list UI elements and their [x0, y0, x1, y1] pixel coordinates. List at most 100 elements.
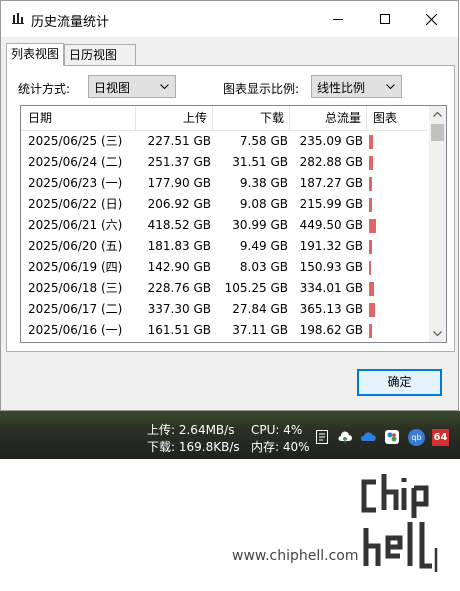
maximize-icon — [380, 14, 390, 24]
download-cell: 31.51 GB — [232, 155, 288, 169]
minimize-icon — [333, 19, 343, 20]
download-cell: 105.25 GB — [224, 281, 288, 295]
upload-cell: 181.83 GB — [147, 239, 211, 253]
table-row[interactable]: 2025/06/18 (三) 228.76 GB 105.25 GB 334.01 G… — [21, 278, 427, 299]
ok-button[interactable]: 确定 — [357, 369, 442, 396]
table-row[interactable]: 2025/06/23 (一) 177.90 GB 9.38 GB 187.27 GB — [21, 173, 427, 194]
chart-scale-value: 线性比例 — [317, 81, 366, 95]
table-row[interactable]: 2025/06/20 (五) 181.83 GB 9.49 GB 191.32 GB — [21, 236, 427, 257]
total-bar — [369, 135, 373, 149]
total-bar — [369, 198, 372, 212]
total-bar — [369, 240, 372, 254]
download-cell: 9.08 GB — [239, 197, 288, 211]
tab-list-view[interactable]: 列表视图 — [6, 43, 64, 66]
upload-cell: 337.30 GB — [147, 302, 211, 316]
qbittorrent-icon[interactable]: qb — [408, 429, 425, 446]
header-download[interactable]: 下载 — [213, 106, 290, 130]
bar-chart-icon — [12, 13, 24, 24]
date-cell: 2025/06/21 (六) — [28, 218, 123, 232]
badge-64-icon[interactable]: 64 — [432, 429, 449, 446]
header-chart[interactable]: 图表 — [367, 106, 427, 130]
total-bar — [369, 282, 374, 296]
download-cell: 37.11 GB — [232, 323, 288, 337]
scroll-up-icon[interactable] — [429, 106, 446, 123]
date-cell: 2025/06/19 (四) — [28, 260, 123, 274]
traffic-table[interactable]: 日期 上传 下载 总流量 图表 2025/06/25 (三) 227.51 GB 7… — [20, 105, 447, 343]
upload-cell: 142.90 GB — [147, 260, 211, 274]
date-cell: 2025/06/24 (二) — [28, 155, 123, 169]
window-title: 历史流量统计 — [31, 15, 110, 30]
header-upload[interactable]: 上传 — [136, 106, 213, 130]
upload-cell: 161.51 GB — [147, 323, 211, 337]
maximize-button[interactable] — [362, 1, 408, 37]
date-cell: 2025/06/16 (一) — [28, 323, 123, 337]
chevron-down-icon — [386, 84, 395, 90]
cloud-icon[interactable] — [360, 429, 376, 445]
system-usage: CPU: 4% 内存: 40% — [251, 422, 310, 456]
date-cell: 2025/06/17 (二) — [28, 302, 123, 316]
title-bar[interactable]: 历史流量统计 — [1, 1, 458, 37]
upload-cell: 228.76 GB — [147, 281, 211, 295]
table-row[interactable]: 2025/06/21 (六) 418.52 GB 30.99 GB 449.50 GB — [21, 215, 427, 236]
upload-cell: 177.90 GB — [147, 176, 211, 190]
table-row[interactable]: 2025/06/24 (二) 251.37 GB 31.51 GB 282.88 GB — [21, 152, 427, 173]
date-cell: 2025/06/23 (一) — [28, 176, 123, 190]
total-bar — [369, 177, 372, 191]
total-cell: 187.27 GB — [299, 176, 363, 190]
tab-calendar-view[interactable]: 日历视图 — [64, 44, 136, 65]
total-cell: 365.13 GB — [299, 302, 363, 316]
total-cell: 198.62 GB — [299, 323, 363, 337]
upload-cell: 251.37 GB — [147, 155, 211, 169]
total-cell: 215.99 GB — [299, 197, 363, 211]
notes-icon[interactable] — [314, 429, 330, 445]
network-speed: 上传: 2.64MB/s 下载: 169.8KB/s — [147, 422, 240, 456]
total-cell: 191.32 GB — [299, 239, 363, 253]
download-cell: 27.84 GB — [232, 302, 288, 316]
total-cell: 334.01 GB — [299, 281, 363, 295]
total-bar — [369, 303, 375, 317]
download-cell: 7.58 GB — [239, 134, 288, 148]
watermark-url: www.chiphell.com — [232, 548, 359, 564]
chiphell-logo — [361, 474, 438, 572]
upload-cell: 227.51 GB — [147, 134, 211, 148]
upload-speed: 上传: 2.64MB/s — [147, 423, 235, 437]
taskbar: 上传: 2.64MB/s 下载: 169.8KB/s CPU: 4% 内存: 4… — [0, 411, 460, 459]
header-date[interactable]: 日期 — [21, 106, 136, 130]
chevron-down-icon — [160, 84, 169, 90]
history-traffic-window: 历史流量统计 列表视图 日历视图 统计方式: 日视图 图表显示比例: 线性比例 … — [0, 0, 459, 411]
date-cell: 2025/06/18 (三) — [28, 281, 123, 295]
stat-mode-select[interactable]: 日视图 — [88, 75, 176, 98]
cpu-usage: CPU: 4% — [251, 423, 303, 437]
date-cell: 2025/06/20 (五) — [28, 239, 123, 253]
table-header: 日期 上传 下载 总流量 图表 — [21, 106, 427, 131]
table-row[interactable]: 2025/06/22 (日) 206.92 GB 9.08 GB 215.99 GB — [21, 194, 427, 215]
cloud-upload-icon[interactable] — [337, 429, 353, 445]
date-cell: 2025/06/25 (三) — [28, 134, 123, 148]
close-button[interactable] — [408, 1, 454, 37]
download-cell: 9.38 GB — [239, 176, 288, 190]
download-cell: 8.03 GB — [239, 260, 288, 274]
date-cell: 2025/06/22 (日) — [28, 197, 123, 211]
table-row[interactable]: 2025/06/17 (二) 337.30 GB 27.84 GB 365.13 GB — [21, 299, 427, 320]
app-icon[interactable] — [384, 429, 400, 445]
total-cell: 235.09 GB — [299, 134, 363, 148]
total-bar — [369, 219, 376, 233]
scroll-down-icon[interactable] — [429, 325, 446, 342]
total-bar — [369, 324, 372, 338]
download-cell: 30.99 GB — [232, 218, 288, 232]
total-bar — [369, 261, 371, 275]
upload-cell: 418.52 GB — [147, 218, 211, 232]
chart-scale-select[interactable]: 线性比例 — [311, 75, 402, 98]
stat-mode-value: 日视图 — [94, 81, 131, 95]
table-row[interactable]: 2025/06/25 (三) 227.51 GB 7.58 GB 235.09 GB — [21, 131, 427, 152]
minimize-button[interactable] — [315, 1, 361, 37]
table-row[interactable]: 2025/06/19 (四) 142.90 GB 8.03 GB 150.93 GB — [21, 257, 427, 278]
stat-mode-label: 统计方式: — [18, 82, 71, 96]
list-view-panel: 统计方式: 日视图 图表显示比例: 线性比例 日期 上传 下载 总流量 图表 2… — [6, 65, 455, 352]
download-speed: 下载: 169.8KB/s — [147, 440, 240, 454]
scroll-thumb[interactable] — [431, 124, 444, 141]
vertical-scrollbar[interactable] — [429, 106, 446, 342]
table-row[interactable]: 2025/06/16 (一) 161.51 GB 37.11 GB 198.62 GB — [21, 320, 427, 341]
total-cell: 282.88 GB — [299, 155, 363, 169]
header-total[interactable]: 总流量 — [290, 106, 367, 130]
